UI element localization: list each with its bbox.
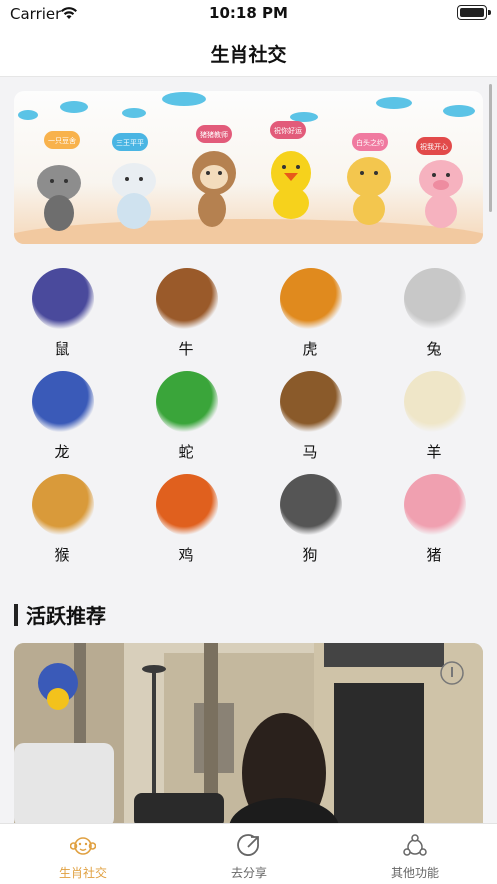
- tab-label: 其他功能: [390, 866, 439, 880]
- zodiac-item[interactable]: 马: [248, 365, 372, 465]
- banner-bubble-6: 祝我开心: [420, 142, 448, 151]
- zodiac-item[interactable]: 猪: [372, 468, 496, 568]
- status-bar: Carrier 10:18 PM: [0, 0, 497, 30]
- zodiac-label: 狗: [302, 546, 318, 564]
- battery-icon: [457, 5, 491, 20]
- tab-bar: 生肖社交 去分享 其他功能: [0, 823, 497, 884]
- ox-icon: [156, 268, 218, 330]
- promo-banner[interactable]: 一只豆舍 三王平平 猪猪教师 祝你好运 白头之约 祝我开心: [14, 91, 483, 244]
- street-photo: [14, 643, 483, 828]
- tiger-icon: [280, 268, 342, 330]
- page-title: 生肖社交: [210, 44, 287, 66]
- share-icon: [237, 834, 259, 856]
- rabbit-icon: [404, 268, 466, 330]
- zodiac-label: 龙: [54, 443, 70, 461]
- zodiac-label: 鸡: [178, 546, 194, 564]
- zodiac-item[interactable]: 鼠: [0, 262, 124, 362]
- zodiac-label: 马: [302, 443, 318, 461]
- zodiac-item[interactable]: 狗: [248, 468, 372, 568]
- banner-bubble-2: 三王平平: [116, 139, 144, 147]
- dragon-icon: [32, 371, 94, 433]
- banner-bubble-1: 一只豆舍: [48, 136, 76, 145]
- tab-other-functions[interactable]: 其他功能: [332, 824, 497, 884]
- zodiac-cartoon-illustration: 一只豆舍 三王平平 猪猪教师 祝你好运 白头之约 祝我开心: [14, 92, 483, 244]
- zodiac-item[interactable]: 龙: [0, 365, 124, 465]
- zodiac-item[interactable]: 羊: [372, 365, 496, 465]
- zodiac-label: 蛇: [178, 443, 194, 461]
- tab-zodiac-social[interactable]: 生肖社交: [0, 824, 166, 884]
- horse-icon: [280, 371, 342, 433]
- banner-bubble-4: 祝你好运: [274, 126, 302, 135]
- network-icon: [403, 834, 427, 856]
- snake-icon: [156, 371, 218, 433]
- zodiac-label: 猴: [54, 546, 70, 564]
- section-marker: [14, 604, 18, 626]
- zodiac-label: 虎: [302, 340, 318, 358]
- zodiac-label: 鼠: [54, 340, 70, 358]
- zodiac-label: 兔: [426, 340, 442, 358]
- pig-icon: [404, 474, 466, 536]
- zodiac-item[interactable]: 虎: [248, 262, 372, 362]
- tab-share[interactable]: 去分享: [166, 824, 332, 884]
- rat-icon: [32, 268, 94, 330]
- scroll-indicator: [489, 84, 492, 212]
- monkey-icon: [32, 474, 94, 536]
- banner-bubble-5: 白头之约: [356, 138, 384, 147]
- navigation-bar: 生肖社交: [0, 30, 497, 77]
- tab-label: 生肖社交: [58, 866, 107, 880]
- clock: 10:18 PM: [209, 4, 288, 22]
- monkey-face-icon: [70, 837, 96, 855]
- section-title: 活跃推荐: [26, 604, 106, 628]
- zodiac-label: 牛: [178, 340, 194, 358]
- zodiac-label: 猪: [426, 546, 442, 564]
- dog-icon: [280, 474, 342, 536]
- zodiac-item[interactable]: 兔: [372, 262, 496, 362]
- rooster-icon: [156, 474, 218, 536]
- tab-label: 去分享: [230, 866, 267, 880]
- zodiac-label: 羊: [426, 443, 442, 461]
- sheep-icon: [404, 371, 466, 433]
- banner-bubble-3: 猪猪教师: [200, 130, 228, 139]
- recommendation-card[interactable]: [14, 643, 483, 828]
- zodiac-item[interactable]: 牛: [124, 262, 248, 362]
- zodiac-item[interactable]: 鸡: [124, 468, 248, 568]
- zodiac-item[interactable]: 蛇: [124, 365, 248, 465]
- zodiac-item[interactable]: 猴: [0, 468, 124, 568]
